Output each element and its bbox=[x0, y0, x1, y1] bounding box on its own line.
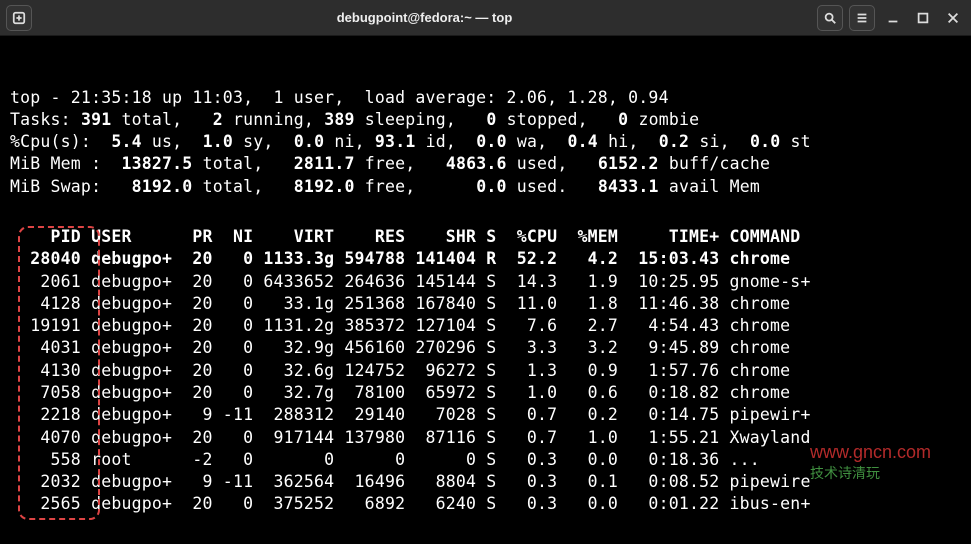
process-row: 19191 debugpo+ 20 0 1131.2g 385372 12710… bbox=[10, 315, 961, 337]
process-row: 2218 debugpo+ 9 -11 288312 29140 7028 S … bbox=[10, 404, 961, 426]
process-row: 28040 debugpo+ 20 0 1133.3g 594788 14140… bbox=[10, 248, 961, 270]
process-row: 7058 debugpo+ 20 0 32.7g 78100 65972 S 1… bbox=[10, 382, 961, 404]
swap-line: MiB Swap: 8192.0 total, 8192.0 free, 0.0… bbox=[10, 177, 760, 196]
process-row: 558 root -2 0 0 0 0 S 0.3 0.0 0:18.36 ..… bbox=[10, 449, 961, 471]
mem-line: MiB Mem : 13827.5 total, 2811.7 free, 48… bbox=[10, 154, 770, 173]
process-table-body: 28040 debugpo+ 20 0 1133.3g 594788 14140… bbox=[10, 248, 961, 515]
process-row: 2032 debugpo+ 9 -11 362564 16496 8804 S … bbox=[10, 471, 961, 493]
process-row: 4031 debugpo+ 20 0 32.9g 456160 270296 S… bbox=[10, 337, 961, 359]
maximize-button[interactable] bbox=[911, 6, 935, 30]
tasks-line: Tasks: 391 total, 2 running, 389 sleepin… bbox=[10, 110, 699, 129]
close-button[interactable] bbox=[941, 6, 965, 30]
window-title: debugpoint@fedora:~ — top bbox=[337, 10, 513, 25]
hamburger-menu-button[interactable] bbox=[849, 5, 875, 31]
top-summary: top - 21:35:18 up 11:03, 1 user, load av… bbox=[10, 64, 961, 198]
minimize-button[interactable] bbox=[881, 6, 905, 30]
process-row: 4130 debugpo+ 20 0 32.6g 124752 96272 S … bbox=[10, 360, 961, 382]
new-tab-button[interactable] bbox=[6, 5, 32, 31]
process-row: 4070 debugpo+ 20 0 917144 137980 87116 S… bbox=[10, 427, 961, 449]
process-row: 2061 debugpo+ 20 0 6433652 264636 145144… bbox=[10, 271, 961, 293]
terminal-output[interactable]: top - 21:35:18 up 11:03, 1 user, load av… bbox=[0, 36, 971, 544]
titlebar: debugpoint@fedora:~ — top bbox=[0, 0, 971, 36]
process-table-header: PID USER PR NI VIRT RES SHR S %CPU %MEM … bbox=[10, 226, 821, 248]
cpu-line: %Cpu(s): 5.4 us, 1.0 sy, 0.0 ni, 93.1 id… bbox=[10, 132, 811, 151]
process-row: 4128 debugpo+ 20 0 33.1g 251368 167840 S… bbox=[10, 293, 961, 315]
uptime-line: top - 21:35:18 up 11:03, 1 user, load av… bbox=[10, 88, 669, 107]
search-button[interactable] bbox=[817, 5, 843, 31]
process-row: 2565 debugpo+ 20 0 375252 6892 6240 S 0.… bbox=[10, 493, 961, 515]
